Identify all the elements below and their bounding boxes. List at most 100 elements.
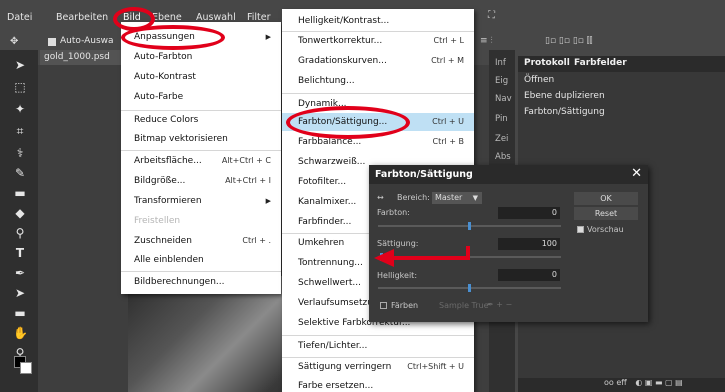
tab-farbfelder[interactable]: Farbfelder — [574, 58, 627, 68]
history-item[interactable]: Farbton/Sättigung — [518, 105, 725, 120]
colorize-checkbox[interactable] — [380, 302, 387, 309]
lightness-slider[interactable] — [378, 284, 561, 292]
bucket-tool-icon[interactable]: ◆ — [13, 206, 27, 220]
sample-true-label: Sample True — [439, 301, 489, 310]
panel-navigator[interactable]: Nav — [495, 94, 512, 104]
menu-item-belichtung[interactable]: Belichtung... — [282, 72, 474, 90]
dialog-header[interactable]: Farbton/Sättigung ✕ — [369, 165, 648, 184]
lightness-value-field[interactable]: 0 — [498, 269, 560, 281]
menu-item-auto-farbe[interactable]: Auto-Farbe — [121, 88, 281, 106]
ok-button[interactable]: OK — [574, 192, 638, 205]
menu-item-arbeitsflaeche[interactable]: Arbeitsfläche... Alt+Ctrl + C — [121, 152, 281, 170]
panel-footer: oo eff ◐ ▣ ▬ ▢ ▤ — [518, 378, 725, 392]
bereich-select[interactable]: Master ▼ — [432, 192, 482, 204]
menu-item-bildgroesse[interactable]: Bildgröße... Alt+Ctrl + I — [121, 172, 281, 190]
tab-protokoll[interactable]: Protokoll — [524, 58, 570, 68]
menu-item-tiefen-lichter[interactable]: Tiefen/Lichter... — [282, 337, 474, 355]
menu-separator — [282, 93, 474, 94]
hue-slider-handle[interactable] — [468, 222, 471, 230]
text-tool-icon[interactable]: T — [13, 246, 27, 260]
magic-wand-tool-icon[interactable]: ✦ — [13, 102, 27, 116]
fullscreen-icon[interactable]: ⛶ — [488, 10, 495, 21]
menu-item-reduce-colors[interactable]: Reduce Colors — [121, 111, 281, 129]
menu-shortcut: Ctrl + . — [242, 236, 271, 245]
marquee-tool-icon[interactable]: ⬚ — [13, 80, 27, 94]
menu-item-transformieren[interactable]: Transformieren ▶ — [121, 192, 281, 210]
panel-tabs: Protokoll Farbfelder — [518, 56, 725, 72]
shape-tool-icon[interactable]: ▬ — [13, 306, 27, 320]
menu-item-alle-einblenden[interactable]: Alle einblenden — [121, 251, 281, 269]
crop-tool-icon[interactable]: ⌗ — [13, 124, 27, 138]
menu-item-gradationskurven[interactable]: Gradationskurven... Ctrl + M — [282, 52, 474, 70]
panel-info[interactable]: Inf — [495, 58, 506, 68]
lightness-slider-handle[interactable] — [468, 284, 471, 292]
history-item[interactable]: Öffnen — [518, 73, 725, 88]
panel-properties[interactable]: Eig — [495, 76, 508, 86]
menu-item-bitmap-vektorisieren[interactable]: Bitmap vektorisieren — [121, 130, 281, 148]
bild-menu: Anpassungen ▶ Auto-Farbton Auto-Kontrast… — [121, 22, 281, 294]
menu-item-saettigung-verringern[interactable]: Sättigung verringern Ctrl+Shift + U — [282, 358, 474, 376]
distribute-icons[interactable]: ▯▫ ▯▫ ▯▫ ⫿⫿ — [545, 36, 593, 46]
pen-tool-icon[interactable]: ✒ — [13, 266, 27, 280]
dialog-title: Farbton/Sättigung — [375, 169, 473, 180]
menu-shortcut: Alt+Ctrl + C — [221, 156, 271, 165]
background-color-swatch[interactable] — [20, 362, 32, 374]
history-item[interactable]: Ebene duplizieren — [518, 89, 725, 104]
menu-item-label: Arbeitsfläche... — [134, 156, 202, 166]
annotation-arrow — [374, 246, 470, 267]
hue-label: Farbton: — [377, 208, 410, 217]
menu-item-bildberechnungen[interactable]: Bildberechnungen... — [121, 273, 281, 291]
menu-item-label: Zuschneiden — [134, 236, 192, 246]
auto-select-checkbox[interactable] — [48, 38, 56, 46]
menu-item-farbe-ersetzen[interactable]: Farbe ersetzen... — [282, 377, 474, 392]
menu-separator — [282, 335, 474, 336]
annotation-circle-anpassungen — [121, 25, 225, 50]
align-icons[interactable]: ≡ ⫶ — [480, 36, 493, 46]
panel-characters[interactable]: Zei — [495, 134, 508, 144]
saturation-value-field[interactable]: 100 — [498, 238, 560, 250]
close-icon[interactable]: ✕ — [631, 166, 642, 181]
eraser-tool-icon[interactable]: ▬ — [13, 186, 27, 200]
menu-item-tonwertkorrektur[interactable]: Tonwertkorrektur... Ctrl + L — [282, 32, 474, 50]
path-select-tool-icon[interactable]: ➤ — [13, 286, 27, 300]
chevron-down-icon: ▼ — [472, 194, 478, 202]
annotation-arrow-shaft — [392, 246, 470, 260]
auto-select-label: Auto-Auswa — [60, 36, 114, 46]
move-tool-icon: ✥ — [10, 36, 19, 47]
bereich-value: Master — [435, 193, 463, 202]
hue-slider[interactable] — [378, 222, 561, 230]
preview-checkbox[interactable] — [577, 226, 584, 233]
document-tab-label: gold_1000.psd — [44, 52, 110, 62]
move-tool-icon[interactable]: ➤ — [13, 58, 27, 72]
preview-label: Vorschau — [587, 225, 624, 234]
menu-item-label: Transformieren — [134, 196, 202, 206]
menu-shortcut: Ctrl + M — [431, 56, 464, 65]
submenu-arrow-icon: ▶ — [265, 33, 271, 41]
menu-shortcut: Ctrl + U — [432, 117, 464, 126]
menu-datei[interactable]: Datei — [7, 12, 32, 23]
panel-paragraph[interactable]: Abs — [495, 152, 511, 162]
panel-footer-icons[interactable]: ◐ ▣ ▬ ▢ ▤ — [635, 378, 682, 387]
hue-value-field[interactable]: 0 — [498, 207, 560, 219]
menu-item-helligkeit-kontrast[interactable]: Helligkeit/Kontrast... — [282, 12, 474, 30]
lightness-label: Helligkeit: — [377, 271, 418, 280]
annotation-circle-farbton — [286, 106, 410, 139]
hand-tool-icon[interactable]: ✋ — [13, 326, 28, 340]
eyedropper-icon[interactable]: ✒ + − — [487, 300, 512, 309]
healing-tool-icon[interactable]: ⚕ — [13, 146, 27, 160]
dodge-tool-icon[interactable]: ⚲ — [13, 226, 27, 240]
submenu-arrow-icon: ▶ — [265, 197, 271, 205]
menu-item-auto-farbton[interactable]: Auto-Farbton — [121, 48, 281, 66]
brush-tool-icon[interactable]: ✎ — [13, 166, 27, 180]
menu-shortcut: Alt+Ctrl + I — [225, 176, 271, 185]
panel-brushes[interactable]: Pin — [495, 114, 508, 124]
footer-text: oo eff — [604, 378, 627, 387]
menu-bearbeiten[interactable]: Bearbeiten — [56, 12, 108, 23]
menu-item-zuschneiden[interactable]: Zuschneiden Ctrl + . — [121, 232, 281, 250]
bereich-label: Bereich: — [397, 193, 430, 202]
document-tab[interactable]: gold_1000.psd — [40, 50, 130, 65]
menu-shortcut: Ctrl+Shift + U — [407, 362, 464, 371]
menu-item-auto-kontrast[interactable]: Auto-Kontrast — [121, 68, 281, 86]
reset-button[interactable]: Reset — [574, 207, 638, 220]
menu-separator — [121, 271, 281, 272]
